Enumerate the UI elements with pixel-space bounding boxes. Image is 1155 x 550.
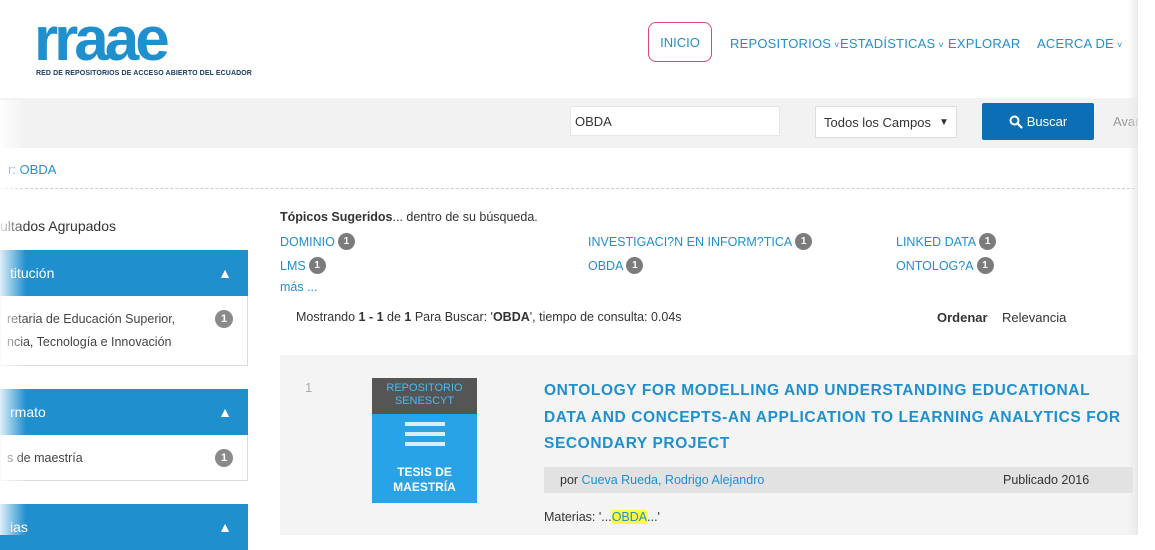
nav-estadisticas-label: ESTADÍSTICAS [840,36,936,51]
summary-of: de [383,310,405,324]
sort-select[interactable]: Relevancia [1002,310,1066,325]
divider [0,188,1140,189]
topic-label: ONTOLOG?A [896,258,974,273]
summary-query: OBDA [492,310,530,324]
topic-link[interactable]: OBDA 1 [588,257,644,274]
nav-inicio[interactable]: INICIO [648,22,712,62]
topic-label: DOMINIO [280,234,335,249]
result-author: por Cueva Rueda, Rodrigo Alejandro [560,473,764,487]
search-button-label: Buscar [1026,114,1068,129]
nav-repositorios[interactable]: REPOSITORIOS ˅ [730,36,840,51]
facet-header-institucion[interactable]: titución ▲ [0,250,248,296]
topic-count-badge: 1 [308,257,326,274]
summary-time: ', tiempo de consulta: 0.04s [529,310,682,324]
topics-title-rest: ... dentro de su búsqueda. [392,210,538,224]
topic-label: LINKED DATA [896,234,977,249]
facet-header-formato[interactable]: rmato ▲ [0,389,248,435]
logo-mark-icon: rraae [34,5,172,74]
collapse-triangle-icon: ▲ [218,265,232,281]
search-icon [1009,115,1023,129]
topics-more-link[interactable]: más ... [280,280,318,294]
topic-label: INVESTIGACI?N EN INFORM?TICA [588,234,793,249]
subjects-highlight[interactable]: OBDA [611,510,648,524]
topic-link[interactable]: ONTOLOG?A 1 [896,257,994,274]
search-button[interactable]: Buscar [982,103,1094,140]
chevron-down-icon: ˅ [938,40,944,50]
collapse-triangle-icon: ▲ [218,519,232,535]
topic-link[interactable]: LINKED DATA 1 [896,233,997,250]
right-edge-shadow [1128,0,1138,535]
topic-link[interactable]: LMS 1 [280,257,326,274]
nav-explorar-label: EXPLORAR [948,36,1021,51]
subjects-suffix: ...' [647,510,660,524]
summary-for: Para Buscar: ' [411,310,493,324]
thumbnail-body: TESIS DE MAESTRÍA [372,414,477,503]
topic-count-badge: 1 [979,233,997,250]
author-prefix: por [560,473,582,487]
nav-estadisticas[interactable]: ESTADÍSTICAS ˅ [840,36,944,51]
facet-list-formato: s de maestría 1 [0,435,248,481]
facet-item-label-line1: retaria de Educación Superior, [7,312,176,326]
facet-item-label-line2: ncia, Tecnología e Innovación [7,335,172,349]
nav-inicio-label: INICIO [660,34,700,50]
thumbnail-format-label: TESIS DE MAESTRÍA [393,465,456,494]
collapse-triangle-icon: ▲ [218,404,232,420]
logo-text: rraae [34,10,168,70]
caret-down-icon: ▼ [938,116,949,128]
facet-header-materias[interactable]: ias ▲ [0,504,248,550]
topic-count-badge: 1 [976,257,994,274]
topics-title: Tópicos Sugeridos... dentro de su búsque… [280,210,538,224]
logo-subtitle: RED DE REPOSITORIOS DE ACCESO ABIERTO DE… [36,70,252,77]
nav-acerca-de[interactable]: ACERCA DE ˅ [1037,36,1122,51]
result-summary: Mostrando 1 - 1 de 1 Para Buscar: 'OBDA'… [296,310,682,324]
search-scope-select[interactable]: Todos los Campos ▼ [815,106,957,138]
sort-label: Ordenar [937,310,988,325]
summary-range: 1 - 1 [358,310,384,324]
topic-count-badge: 1 [337,233,355,250]
facet-item-institucion[interactable]: retaria de Educación Superior, ncia, Tec… [7,308,175,354]
nav-acerca-label: ACERCA DE [1037,36,1114,51]
document-lines-icon [405,422,445,452]
facet-count-badge: 1 [215,449,233,467]
facet-list-institucion: retaria de Educación Superior, ncia, Tec… [0,296,248,366]
topic-link[interactable]: DOMINIO 1 [280,233,355,250]
result-published: Publicado 2016 [1003,473,1090,487]
topic-count-badge: 1 [626,257,644,274]
nav-repositorios-label: REPOSITORIOS [730,36,832,51]
right-edge [1138,0,1155,535]
facet-count-badge: 1 [215,310,233,328]
left-edge-fade [0,100,26,535]
result-thumbnail[interactable]: REPOSITORIO SENESCYT TESIS DE MAESTRÍA [372,378,477,503]
topic-link[interactable]: INVESTIGACI?N EN INFORM?TICA 1 [588,233,813,250]
result-number: 1 [305,380,313,395]
chevron-down-icon: ˅ [834,40,840,50]
summary-prefix: Mostrando [296,310,359,324]
chevron-down-icon: ˅ [1116,40,1123,50]
subjects-prefix: Materias: '... [544,510,612,524]
search-scope-value: Todos los Campos [824,114,931,130]
search-input[interactable] [570,106,780,136]
topics-title-bold: Tópicos Sugeridos [280,210,393,224]
nav-explorar[interactable]: EXPLORAR [948,36,1020,51]
topic-count-badge: 1 [795,233,813,250]
author-link[interactable]: Cueva Rueda, Rodrigo Alejandro [582,473,765,487]
result-title-link[interactable]: ONTOLOGY FOR MODELLING AND UNDERSTANDING… [544,378,1124,458]
topic-label: OBDA [588,258,624,273]
result-subjects: Materias: '...OBDA...' [544,510,660,524]
topic-label: LMS [280,258,306,273]
thumbnail-repository-label: REPOSITORIO SENESCYT [372,378,477,414]
